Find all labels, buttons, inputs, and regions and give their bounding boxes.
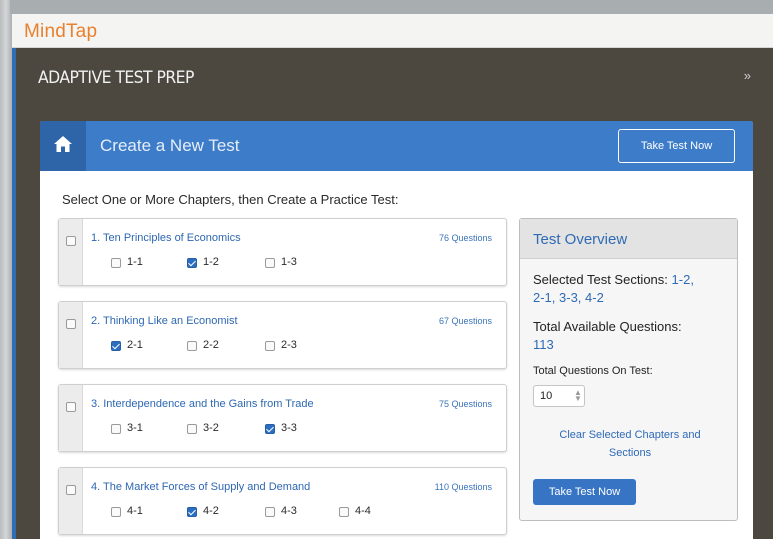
section-checkbox[interactable] xyxy=(265,341,275,351)
chapter-side xyxy=(59,302,83,368)
available-questions-label: Total Available Questions: xyxy=(533,319,682,334)
questions-on-test-label: Total Questions On Test: xyxy=(533,365,653,377)
app-title: ADAPTIVE TEST PREP xyxy=(38,68,194,88)
section-checkbox[interactable] xyxy=(187,507,197,517)
test-overview-panel: Test Overview Selected Test Sections: 1-… xyxy=(519,218,738,521)
brand-logo[interactable]: MindTap xyxy=(24,21,97,43)
chapter-checkbox[interactable] xyxy=(66,402,76,412)
take-test-now-button[interactable]: Take Test Now xyxy=(533,479,636,505)
clear-selected-link[interactable]: Clear Selected Chapters and Sections xyxy=(540,426,720,462)
section-label: 3-3 xyxy=(281,422,297,434)
chapter-title[interactable]: 3. Interdependence and the Gains from Tr… xyxy=(91,398,314,410)
section-checkbox[interactable] xyxy=(111,341,121,351)
home-button[interactable] xyxy=(40,121,86,171)
section-checkbox[interactable] xyxy=(265,424,275,434)
section-checkbox[interactable] xyxy=(187,341,197,351)
section-label: 1-3 xyxy=(281,256,297,268)
chapter-side xyxy=(59,219,83,285)
chapter-checkbox[interactable] xyxy=(66,236,76,246)
app-panel: ADAPTIVE TEST PREP » Create a New Test T… xyxy=(12,48,773,539)
question-count: 75 Questions xyxy=(438,399,492,409)
section-label: 1-2 xyxy=(203,256,219,268)
questions-on-test-input[interactable]: 10 ▲ ▼ xyxy=(533,385,585,407)
instruction-text: Select One or More Chapters, then Create… xyxy=(62,192,399,207)
section-checkbox[interactable] xyxy=(111,507,121,517)
home-icon xyxy=(54,136,72,152)
section-label: 4-3 xyxy=(281,505,297,517)
chapter-checkbox[interactable] xyxy=(66,319,76,329)
section-checkbox[interactable] xyxy=(187,424,197,434)
question-count: 76 Questions xyxy=(438,233,492,243)
chapter-checkbox[interactable] xyxy=(66,485,76,495)
selected-sections: Selected Test Sections: 1-2, 2-1, 3-3, 4… xyxy=(533,271,733,307)
selected-sections-value-2: 2-1, 3-3, 4-2 xyxy=(533,290,604,305)
chapter-side xyxy=(59,385,83,451)
create-test-card: Create a New Test Take Test Now Select O… xyxy=(40,121,753,539)
section-label: 2-2 xyxy=(203,339,219,351)
available-questions: Total Available Questions: 113 xyxy=(533,318,682,354)
section-label: 2-3 xyxy=(281,339,297,351)
overview-header: Test Overview xyxy=(520,219,737,259)
chapter-card: 1. Ten Principles of Economics 76 Questi… xyxy=(58,218,507,286)
section-checkbox[interactable] xyxy=(265,507,275,517)
section-checkbox[interactable] xyxy=(111,424,121,434)
expand-icon[interactable]: » xyxy=(744,68,751,83)
section-label: 4-2 xyxy=(203,505,219,517)
section-label: 4-1 xyxy=(127,505,143,517)
monitor-frame xyxy=(10,0,773,14)
section-label: 1-1 xyxy=(127,256,143,268)
section-checkbox[interactable] xyxy=(111,258,121,268)
chapter-card: 4. The Market Forces of Supply and Deman… xyxy=(58,467,507,535)
section-label: 2-1 xyxy=(127,339,143,351)
section-label: 4-4 xyxy=(355,505,371,517)
chapter-title[interactable]: 2. Thinking Like an Economist xyxy=(91,315,238,327)
section-checkbox[interactable] xyxy=(339,507,349,517)
questions-on-test-value: 10 xyxy=(540,390,553,402)
selected-sections-label: Selected Test Sections: xyxy=(533,272,668,287)
section-checkbox[interactable] xyxy=(187,258,197,268)
stepper-icon[interactable]: ▲ ▼ xyxy=(574,389,582,403)
chapter-title[interactable]: 1. Ten Principles of Economics xyxy=(91,232,241,244)
chapter-card: 2. Thinking Like an Economist 67 Questio… xyxy=(58,301,507,369)
question-count: 110 Questions xyxy=(434,482,492,492)
chapter-side xyxy=(59,468,83,534)
section-label: 3-2 xyxy=(203,422,219,434)
available-questions-value: 113 xyxy=(533,337,554,352)
selected-sections-value-1: 1-2, xyxy=(671,272,694,287)
card-header: Create a New Test Take Test Now xyxy=(40,121,753,171)
chapter-card: 3. Interdependence and the Gains from Tr… xyxy=(58,384,507,452)
overview-title: Test Overview xyxy=(533,231,628,248)
chapter-title[interactable]: 4. The Market Forces of Supply and Deman… xyxy=(91,481,310,493)
take-test-now-header-button[interactable]: Take Test Now xyxy=(618,129,735,163)
section-label: 3-1 xyxy=(127,422,143,434)
question-count: 67 Questions xyxy=(438,316,492,326)
brand-bar: MindTap xyxy=(12,14,773,48)
section-checkbox[interactable] xyxy=(265,258,275,268)
card-title: Create a New Test xyxy=(100,136,240,155)
